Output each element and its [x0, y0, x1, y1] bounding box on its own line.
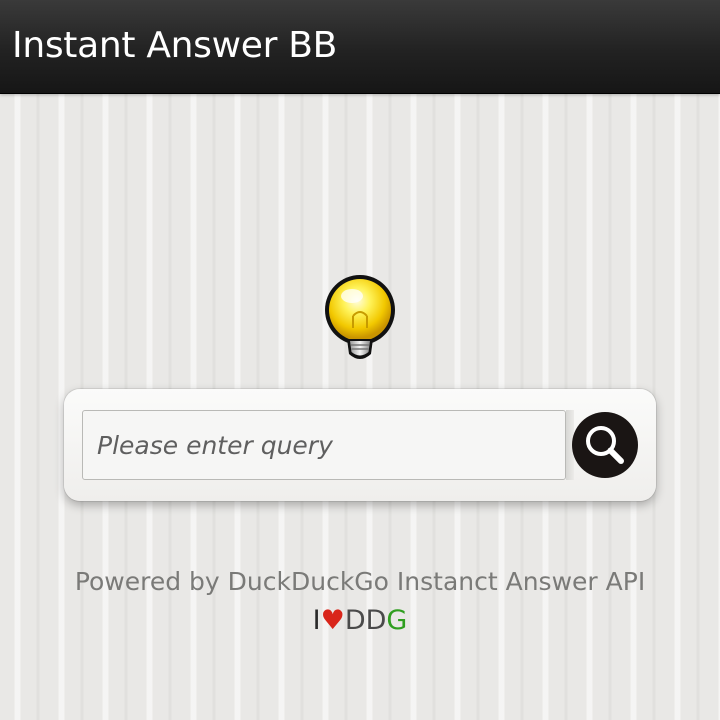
query-input[interactable]	[82, 410, 566, 480]
love-dd-text: DD	[344, 605, 387, 636]
search-panel	[64, 389, 656, 501]
powered-by-text: Powered by DuckDuckGo Instanct Answer AP…	[74, 567, 646, 596]
lightbulb-icon	[320, 272, 400, 368]
love-prefix: I	[312, 605, 321, 636]
love-ddg-logo: I♥DDG	[0, 604, 720, 638]
app-title: Instant Answer BB	[12, 25, 338, 66]
heart-icon: ♥	[320, 605, 345, 636]
search-button[interactable]	[572, 412, 638, 478]
title-bar: Instant Answer BB	[0, 0, 720, 93]
love-g-text: G	[386, 605, 408, 636]
